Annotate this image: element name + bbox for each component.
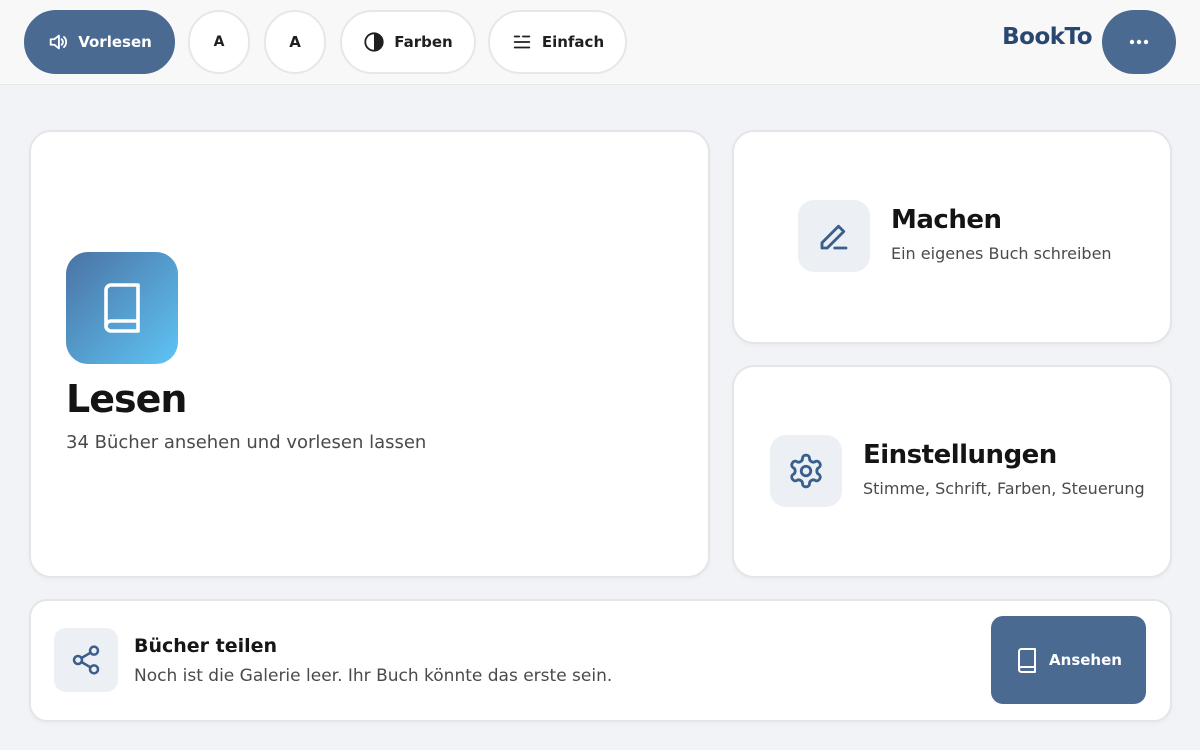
contrast-icon xyxy=(364,32,384,52)
more-horizontal-icon xyxy=(1129,39,1149,45)
make-card-title: Machen xyxy=(891,205,1002,235)
font-smaller-label: A xyxy=(213,34,225,50)
view-gallery-button[interactable]: Ansehen xyxy=(991,616,1146,704)
view-gallery-label: Ansehen xyxy=(1049,651,1122,669)
read-aloud-button[interactable]: Vorlesen xyxy=(24,10,175,74)
pencil-icon xyxy=(820,224,848,250)
brand-logo: BookTo xyxy=(1002,24,1092,50)
gear-icon xyxy=(790,453,822,489)
simple-mode-label: Einfach xyxy=(541,33,605,51)
make-card[interactable]: Machen Ein eigenes Buch schreiben xyxy=(732,130,1172,344)
share-card-title: Bücher teilen xyxy=(134,635,278,657)
top-toolbar: Vorlesen A A Farben Einfach BookTo xyxy=(0,0,1200,85)
settings-card-tile xyxy=(770,435,842,507)
make-card-tile xyxy=(798,200,870,272)
read-card-subtitle: 34 Bücher ansehen und vorlesen lassen xyxy=(66,432,427,453)
read-aloud-label: Vorlesen xyxy=(78,33,152,51)
font-smaller-button[interactable]: A xyxy=(188,10,250,74)
colors-button[interactable]: Farben xyxy=(340,10,476,74)
read-card-title: Lesen xyxy=(66,377,187,421)
simple-mode-button[interactable]: Einfach xyxy=(488,10,627,74)
more-menu-button[interactable] xyxy=(1102,10,1176,74)
share-card-tile xyxy=(54,628,118,692)
list-icon xyxy=(513,35,531,49)
read-card-tile xyxy=(66,252,178,364)
share-card-subtitle: Noch ist die Galerie leer. Ihr Buch könn… xyxy=(134,666,613,686)
book-icon xyxy=(1018,647,1037,673)
read-card[interactable]: Lesen 34 Bücher ansehen und vorlesen las… xyxy=(29,130,710,578)
colors-label: Farben xyxy=(394,33,453,51)
settings-card-subtitle: Stimme, Schrift, Farben, Steuerung xyxy=(863,479,1145,498)
speaker-icon xyxy=(49,34,68,50)
share-icon xyxy=(72,645,100,675)
font-larger-label: A xyxy=(289,33,301,51)
book-icon xyxy=(104,283,140,333)
make-card-subtitle: Ein eigenes Buch schreiben xyxy=(891,244,1112,263)
settings-card[interactable]: Einstellungen Stimme, Schrift, Farben, S… xyxy=(732,365,1172,578)
settings-card-title: Einstellungen xyxy=(863,440,1057,470)
font-larger-button[interactable]: A xyxy=(264,10,326,74)
